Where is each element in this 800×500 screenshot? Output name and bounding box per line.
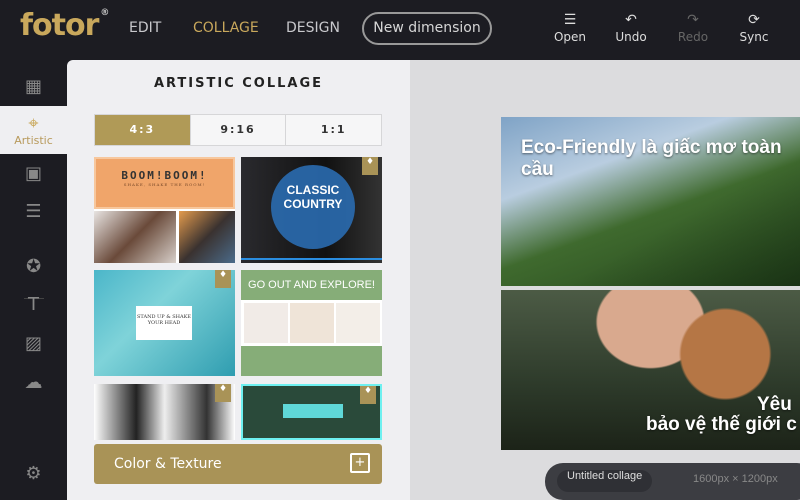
- tab-ratio-9-16[interactable]: 9:16: [190, 115, 287, 145]
- sidebar-item-settings[interactable]: ⚙: [0, 453, 67, 493]
- template-subtitle: SHAKE, SHAKE THE ROOM!: [123, 182, 206, 187]
- ratio-tabs: 4:3 9:16 1:1: [94, 114, 382, 146]
- tab-ratio-4-3[interactable]: 4:3: [95, 115, 191, 145]
- collage-photo-forest[interactable]: Eco-Friendly là giấc mơ toàn cầu: [501, 117, 800, 286]
- open-label: Open: [553, 30, 587, 44]
- redo-button[interactable]: ↷ Redo: [668, 12, 718, 44]
- template-boom[interactable]: BOOM!BOOM! SHAKE, SHAKE THE ROOM!: [94, 157, 235, 263]
- pattern-icon: ▨: [24, 332, 42, 354]
- undo-label: Undo: [615, 30, 647, 44]
- nav-collage[interactable]: COLLAGE: [193, 20, 259, 36]
- focus-icon: ⌖: [28, 113, 39, 134]
- canvas-size: 1600px × 1200px: [693, 473, 778, 485]
- diamond-icon: ♦: [215, 384, 231, 402]
- open-button[interactable]: ☰ Open: [545, 12, 595, 44]
- nav-design[interactable]: DESIGN: [286, 20, 340, 36]
- template-portraits[interactable]: ♦: [94, 384, 235, 440]
- collage-name-field[interactable]: Untitled collage: [557, 470, 653, 492]
- collage-panel: ARTISTIC COLLAGE 4:3 9:16 1:1 BOOM!BOOM!…: [67, 60, 410, 500]
- template-title: STAND UP & SHAKE YOUR HEAD: [136, 306, 192, 340]
- color-texture-label: Color & Texture: [114, 456, 222, 472]
- cloud-upload-icon: ☁: [24, 371, 43, 393]
- settings-icon: ⚙: [25, 462, 42, 484]
- layout-icon: ▦: [24, 75, 42, 97]
- template-title: CLASSIC COUNTRY: [283, 183, 343, 211]
- template-title: GO OUT AND EXPLORE!: [241, 270, 382, 300]
- sidebar-item-elements[interactable]: ✪: [0, 246, 67, 286]
- sync-label: Sync: [739, 30, 769, 44]
- undo-icon: ↶: [625, 12, 637, 28]
- text-icon: T: [28, 293, 39, 315]
- tab-ratio-1-1[interactable]: 1:1: [286, 115, 382, 145]
- redo-icon: ↷: [687, 12, 699, 28]
- collage-photo-hands[interactable]: Yêu bảo vệ thế giới c: [501, 290, 800, 450]
- canvas-area: Eco-Friendly là giấc mơ toàn cầu Yêu bảo…: [410, 60, 800, 500]
- diamond-icon: ♦: [215, 270, 231, 288]
- caption-text-1[interactable]: Eco-Friendly là giấc mơ toàn cầu: [521, 137, 800, 181]
- caption-text-2a[interactable]: Yêu: [757, 394, 792, 416]
- sidebar-item-rows[interactable]: ☰: [0, 191, 67, 231]
- sidebar-item-artistic[interactable]: ⌖ Artistic: [0, 106, 67, 154]
- star-circle-icon: ✪: [25, 255, 42, 277]
- template-stand-up[interactable]: STAND UP & SHAKE YOUR HEAD ♦: [94, 270, 235, 376]
- sidebar-item-layout[interactable]: ▦: [0, 66, 67, 106]
- logo[interactable]: fotor ®: [20, 8, 109, 43]
- template-title: BOOM!BOOM!: [121, 169, 208, 182]
- template-go-out[interactable]: GO OUT AND EXPLORE!: [241, 270, 382, 376]
- sidebar: ▦ ⌖ Artistic ▣ ☰ ✪ T ▨ ☁ ⚙: [0, 60, 67, 500]
- diamond-icon: ♦: [360, 386, 376, 404]
- sidebar-item-upload[interactable]: ☁: [0, 362, 67, 402]
- add-image-icon: +: [350, 453, 370, 473]
- diamond-icon: ♦: [362, 157, 378, 175]
- menu-icon: ☰: [563, 12, 577, 28]
- heart-frame-icon: ▣: [24, 162, 42, 184]
- sidebar-item-label: Artistic: [14, 134, 53, 147]
- color-texture-button[interactable]: Color & Texture +: [94, 444, 382, 484]
- rows-icon: ☰: [25, 200, 42, 222]
- sidebar-item-text[interactable]: T: [0, 284, 67, 324]
- logo-text: fotor: [20, 8, 99, 43]
- nav-edit[interactable]: EDIT: [129, 20, 161, 36]
- sync-icon: ⟳: [748, 12, 760, 28]
- new-dimension-button[interactable]: New dimension: [362, 12, 492, 45]
- sync-button[interactable]: ⟳ Sync: [729, 12, 779, 44]
- caption-text-2b[interactable]: bảo vệ thế giới c: [646, 414, 797, 436]
- template-classic-country[interactable]: CLASSIC COUNTRY ♦: [241, 157, 382, 263]
- sidebar-item-background[interactable]: ▨: [0, 323, 67, 363]
- panel-title: ARTISTIC COLLAGE: [153, 76, 324, 91]
- top-bar: fotor ® EDIT COLLAGE DESIGN New dimension…: [0, 0, 800, 60]
- undo-button[interactable]: ↶ Undo: [606, 12, 656, 44]
- redo-label: Redo: [677, 30, 709, 44]
- template-weathers-fine[interactable]: ♦: [241, 384, 382, 440]
- sidebar-item-stickers[interactable]: ▣: [0, 153, 67, 193]
- document-info-bar: Untitled collage 1600px × 1200px: [545, 463, 800, 500]
